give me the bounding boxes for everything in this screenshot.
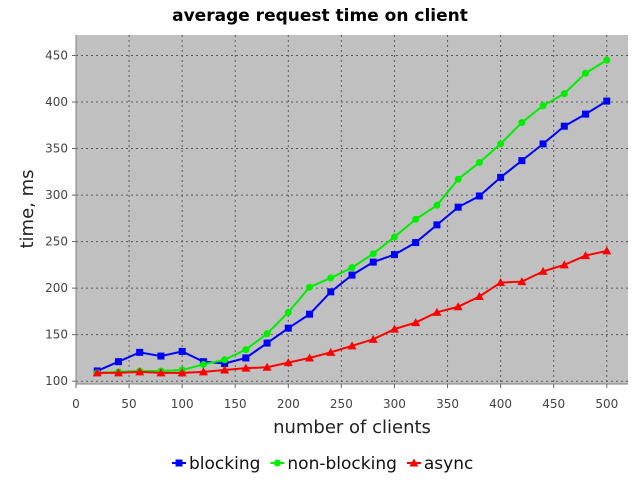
y-tick-label: 100 bbox=[45, 374, 68, 388]
data-point bbox=[518, 157, 526, 165]
data-point bbox=[390, 251, 398, 259]
data-point bbox=[242, 346, 250, 354]
data-point bbox=[560, 122, 568, 130]
data-point bbox=[284, 308, 292, 316]
data-point bbox=[348, 271, 356, 279]
y-tick-label: 400 bbox=[45, 95, 68, 109]
x-tick-label: 0 bbox=[72, 397, 80, 411]
x-tick-label: 100 bbox=[171, 397, 194, 411]
data-point bbox=[199, 360, 207, 368]
data-point bbox=[348, 264, 356, 272]
data-point bbox=[582, 110, 590, 118]
data-point bbox=[263, 339, 271, 347]
x-tick-label: 500 bbox=[595, 397, 618, 411]
legend-label: non-blocking bbox=[287, 454, 396, 474]
data-point bbox=[136, 348, 144, 356]
x-tick-label: 150 bbox=[224, 397, 247, 411]
data-point bbox=[114, 358, 122, 366]
data-point bbox=[369, 258, 377, 266]
x-tick-label: 200 bbox=[277, 397, 300, 411]
legend-item-blocking: blocking bbox=[172, 454, 260, 474]
data-point bbox=[412, 239, 420, 247]
data-point bbox=[221, 356, 229, 364]
y-tick-label: 300 bbox=[45, 188, 68, 202]
chart-container: average request time on client 0 50 100 150… bbox=[0, 0, 640, 480]
legend: blocking non-blocking async bbox=[172, 454, 473, 474]
y-axis-label: time, ms bbox=[17, 169, 38, 248]
legend-item-non-blocking: non-blocking bbox=[270, 454, 397, 474]
y-tick-label: 200 bbox=[45, 281, 68, 295]
data-point bbox=[454, 203, 462, 211]
y-tick-label: 350 bbox=[45, 142, 68, 156]
x-tick-label: 350 bbox=[436, 397, 459, 411]
legend-label: blocking bbox=[189, 454, 260, 474]
data-point bbox=[603, 56, 611, 64]
y-tick-label: 450 bbox=[45, 48, 68, 62]
data-point bbox=[433, 201, 441, 209]
x-tick-label: 250 bbox=[330, 397, 353, 411]
data-point bbox=[539, 102, 547, 110]
data-point bbox=[306, 310, 314, 318]
data-point bbox=[518, 118, 526, 126]
legend-marker bbox=[175, 459, 183, 467]
x-tick-label: 50 bbox=[121, 397, 136, 411]
data-point bbox=[178, 347, 186, 355]
data-point bbox=[560, 90, 568, 98]
data-point bbox=[263, 330, 271, 338]
legend-marker bbox=[273, 459, 281, 467]
data-point bbox=[242, 354, 250, 362]
data-point bbox=[433, 221, 441, 229]
data-point bbox=[475, 159, 483, 167]
data-point bbox=[497, 173, 505, 181]
data-point bbox=[454, 175, 462, 183]
y-tick-label: 250 bbox=[45, 235, 68, 249]
x-tick-label: 400 bbox=[489, 397, 512, 411]
y-tick-label: 150 bbox=[45, 328, 68, 342]
data-point bbox=[412, 215, 420, 223]
x-tick-label: 300 bbox=[383, 397, 406, 411]
x-axis-label: number of clients bbox=[273, 417, 431, 438]
legend-label: async bbox=[424, 454, 473, 474]
data-point bbox=[497, 140, 505, 148]
x-axis-ticks: 0 50 100 150 200 250 300 350 400 450 500 bbox=[72, 384, 618, 411]
line-chart: average request time on client 0 50 100 150… bbox=[17, 6, 628, 474]
data-point bbox=[369, 250, 377, 258]
data-point bbox=[284, 324, 292, 332]
data-point bbox=[390, 233, 398, 241]
data-point bbox=[582, 69, 590, 77]
data-point bbox=[475, 192, 483, 200]
chart-title: average request time on client bbox=[172, 6, 468, 26]
data-point bbox=[539, 140, 547, 148]
legend-item-async: async bbox=[406, 454, 473, 474]
data-point bbox=[306, 283, 314, 291]
plot-area bbox=[76, 35, 628, 384]
data-point bbox=[327, 274, 335, 282]
data-point bbox=[603, 97, 611, 105]
y-axis-ticks: 100 150 200 250 300 350 400 450 bbox=[45, 48, 76, 388]
data-point bbox=[327, 288, 335, 296]
data-point bbox=[157, 352, 165, 360]
x-tick-label: 450 bbox=[542, 397, 565, 411]
